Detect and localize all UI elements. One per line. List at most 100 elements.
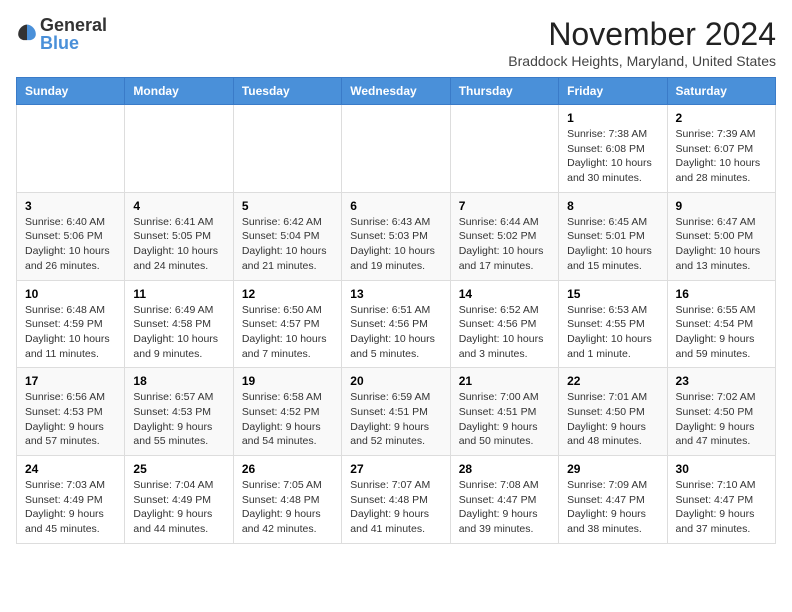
day-info: Sunrise: 6:43 AM Sunset: 5:03 PM Dayligh… bbox=[350, 215, 441, 274]
calendar-cell: 24Sunrise: 7:03 AM Sunset: 4:49 PM Dayli… bbox=[17, 456, 125, 544]
calendar-cell: 6 Sunrise: 6:43 AM Sunset: 5:03 PM Daylig… bbox=[342, 192, 450, 280]
day-number: 13 bbox=[350, 287, 441, 301]
day-number: 21 bbox=[459, 374, 550, 388]
day-info: Sunrise: 7:00 AM Sunset: 4:51 PM Dayligh… bbox=[459, 390, 550, 449]
calendar-cell: 25Sunrise: 7:04 AM Sunset: 4:49 PM Dayli… bbox=[125, 456, 233, 544]
day-info: Sunrise: 7:10 AM Sunset: 4:47 PM Dayligh… bbox=[676, 478, 767, 537]
calendar-cell bbox=[233, 105, 341, 193]
subtitle: Braddock Heights, Maryland, United State… bbox=[508, 53, 776, 69]
day-info: Sunrise: 6:53 AM Sunset: 4:55 PM Dayligh… bbox=[567, 303, 658, 362]
calendar-cell: 26 Sunrise: 7:05 AM Sunset: 4:48 PM Dayli… bbox=[233, 456, 341, 544]
day-number: 28 bbox=[459, 462, 550, 476]
day-number: 5 bbox=[242, 199, 333, 213]
calendar-cell: 22Sunrise: 7:01 AM Sunset: 4:50 PM Dayli… bbox=[559, 368, 667, 456]
day-number: 6 bbox=[350, 199, 441, 213]
calendar-cell: 16 Sunrise: 6:55 AM Sunset: 4:54 PM Dayli… bbox=[667, 280, 775, 368]
day-number: 23 bbox=[676, 374, 767, 388]
calendar-cell: 8 Sunrise: 6:45 AM Sunset: 5:01 PM Daylig… bbox=[559, 192, 667, 280]
calendar-week-row: 10Sunrise: 6:48 AM Sunset: 4:59 PM Dayli… bbox=[17, 280, 776, 368]
calendar-cell bbox=[342, 105, 450, 193]
day-header-thursday: Thursday bbox=[450, 78, 558, 105]
day-info: Sunrise: 6:55 AM Sunset: 4:54 PM Dayligh… bbox=[676, 303, 767, 362]
day-info: Sunrise: 6:51 AM Sunset: 4:56 PM Dayligh… bbox=[350, 303, 441, 362]
day-info: Sunrise: 7:09 AM Sunset: 4:47 PM Dayligh… bbox=[567, 478, 658, 537]
calendar-cell: 29 Sunrise: 7:09 AM Sunset: 4:47 PM Dayli… bbox=[559, 456, 667, 544]
day-info: Sunrise: 7:07 AM Sunset: 4:48 PM Dayligh… bbox=[350, 478, 441, 537]
day-number: 29 bbox=[567, 462, 658, 476]
day-number: 8 bbox=[567, 199, 658, 213]
day-info: Sunrise: 6:49 AM Sunset: 4:58 PM Dayligh… bbox=[133, 303, 224, 362]
day-header-tuesday: Tuesday bbox=[233, 78, 341, 105]
day-number: 9 bbox=[676, 199, 767, 213]
calendar-cell: 20 Sunrise: 6:59 AM Sunset: 4:51 PM Dayli… bbox=[342, 368, 450, 456]
day-info: Sunrise: 6:47 AM Sunset: 5:00 PM Dayligh… bbox=[676, 215, 767, 274]
calendar-cell: 23 Sunrise: 7:02 AM Sunset: 4:50 PM Dayli… bbox=[667, 368, 775, 456]
day-number: 1 bbox=[567, 111, 658, 125]
page-header: General Blue November 2024 Braddock Heig… bbox=[16, 16, 776, 69]
day-number: 4 bbox=[133, 199, 224, 213]
day-info: Sunrise: 6:50 AM Sunset: 4:57 PM Dayligh… bbox=[242, 303, 333, 362]
day-header-wednesday: Wednesday bbox=[342, 78, 450, 105]
day-info: Sunrise: 7:03 AM Sunset: 4:49 PM Dayligh… bbox=[25, 478, 116, 537]
day-number: 7 bbox=[459, 199, 550, 213]
calendar-week-row: 24Sunrise: 7:03 AM Sunset: 4:49 PM Dayli… bbox=[17, 456, 776, 544]
calendar-cell: 17 Sunrise: 6:56 AM Sunset: 4:53 PM Dayli… bbox=[17, 368, 125, 456]
day-info: Sunrise: 6:52 AM Sunset: 4:56 PM Dayligh… bbox=[459, 303, 550, 362]
calendar-cell: 19 Sunrise: 6:58 AM Sunset: 4:52 PM Dayli… bbox=[233, 368, 341, 456]
day-info: Sunrise: 6:44 AM Sunset: 5:02 PM Dayligh… bbox=[459, 215, 550, 274]
day-number: 16 bbox=[676, 287, 767, 301]
calendar-cell: 5Sunrise: 6:42 AM Sunset: 5:04 PM Daylig… bbox=[233, 192, 341, 280]
calendar-cell: 13 Sunrise: 6:51 AM Sunset: 4:56 PM Dayli… bbox=[342, 280, 450, 368]
calendar-cell: 15 Sunrise: 6:53 AM Sunset: 4:55 PM Dayli… bbox=[559, 280, 667, 368]
calendar-cell: 11 Sunrise: 6:49 AM Sunset: 4:58 PM Dayli… bbox=[125, 280, 233, 368]
day-info: Sunrise: 7:38 AM Sunset: 6:08 PM Dayligh… bbox=[567, 127, 658, 186]
day-number: 27 bbox=[350, 462, 441, 476]
calendar-cell: 1 Sunrise: 7:38 AM Sunset: 6:08 PM Daylig… bbox=[559, 105, 667, 193]
day-info: Sunrise: 6:45 AM Sunset: 5:01 PM Dayligh… bbox=[567, 215, 658, 274]
calendar-cell: 4Sunrise: 6:41 AM Sunset: 5:05 PM Daylig… bbox=[125, 192, 233, 280]
day-number: 17 bbox=[25, 374, 116, 388]
calendar-cell: 10Sunrise: 6:48 AM Sunset: 4:59 PM Dayli… bbox=[17, 280, 125, 368]
logo-blue: Blue bbox=[40, 34, 107, 52]
day-info: Sunrise: 6:48 AM Sunset: 4:59 PM Dayligh… bbox=[25, 303, 116, 362]
day-info: Sunrise: 6:57 AM Sunset: 4:53 PM Dayligh… bbox=[133, 390, 224, 449]
logo-icon bbox=[16, 21, 38, 43]
day-header-monday: Monday bbox=[125, 78, 233, 105]
calendar-cell: 12Sunrise: 6:50 AM Sunset: 4:57 PM Dayli… bbox=[233, 280, 341, 368]
calendar-cell: 2Sunrise: 7:39 AM Sunset: 6:07 PM Daylig… bbox=[667, 105, 775, 193]
calendar-cell bbox=[125, 105, 233, 193]
calendar-week-row: 3 Sunrise: 6:40 AM Sunset: 5:06 PM Daylig… bbox=[17, 192, 776, 280]
day-header-sunday: Sunday bbox=[17, 78, 125, 105]
day-number: 20 bbox=[350, 374, 441, 388]
calendar-week-row: 17 Sunrise: 6:56 AM Sunset: 4:53 PM Dayli… bbox=[17, 368, 776, 456]
day-info: Sunrise: 7:39 AM Sunset: 6:07 PM Dayligh… bbox=[676, 127, 767, 186]
calendar-week-row: 1 Sunrise: 7:38 AM Sunset: 6:08 PM Daylig… bbox=[17, 105, 776, 193]
day-info: Sunrise: 7:01 AM Sunset: 4:50 PM Dayligh… bbox=[567, 390, 658, 449]
calendar-cell: 21 Sunrise: 7:00 AM Sunset: 4:51 PM Dayli… bbox=[450, 368, 558, 456]
month-title: November 2024 bbox=[508, 16, 776, 53]
calendar-cell: 7 Sunrise: 6:44 AM Sunset: 5:02 PM Daylig… bbox=[450, 192, 558, 280]
day-info: Sunrise: 6:59 AM Sunset: 4:51 PM Dayligh… bbox=[350, 390, 441, 449]
day-number: 11 bbox=[133, 287, 224, 301]
day-info: Sunrise: 6:58 AM Sunset: 4:52 PM Dayligh… bbox=[242, 390, 333, 449]
logo: General Blue bbox=[16, 16, 107, 52]
day-header-saturday: Saturday bbox=[667, 78, 775, 105]
day-info: Sunrise: 7:05 AM Sunset: 4:48 PM Dayligh… bbox=[242, 478, 333, 537]
calendar-cell: 30 Sunrise: 7:10 AM Sunset: 4:47 PM Dayli… bbox=[667, 456, 775, 544]
calendar-header-row: SundayMondayTuesdayWednesdayThursdayFrid… bbox=[17, 78, 776, 105]
calendar-cell: 14Sunrise: 6:52 AM Sunset: 4:56 PM Dayli… bbox=[450, 280, 558, 368]
day-number: 19 bbox=[242, 374, 333, 388]
calendar-cell: 9 Sunrise: 6:47 AM Sunset: 5:00 PM Daylig… bbox=[667, 192, 775, 280]
day-info: Sunrise: 7:02 AM Sunset: 4:50 PM Dayligh… bbox=[676, 390, 767, 449]
day-info: Sunrise: 6:56 AM Sunset: 4:53 PM Dayligh… bbox=[25, 390, 116, 449]
day-number: 3 bbox=[25, 199, 116, 213]
calendar-cell: 18Sunrise: 6:57 AM Sunset: 4:53 PM Dayli… bbox=[125, 368, 233, 456]
day-number: 15 bbox=[567, 287, 658, 301]
calendar-cell: 28Sunrise: 7:08 AM Sunset: 4:47 PM Dayli… bbox=[450, 456, 558, 544]
day-info: Sunrise: 7:04 AM Sunset: 4:49 PM Dayligh… bbox=[133, 478, 224, 537]
day-number: 30 bbox=[676, 462, 767, 476]
day-number: 26 bbox=[242, 462, 333, 476]
calendar-cell: 3 Sunrise: 6:40 AM Sunset: 5:06 PM Daylig… bbox=[17, 192, 125, 280]
day-info: Sunrise: 6:40 AM Sunset: 5:06 PM Dayligh… bbox=[25, 215, 116, 274]
title-area: November 2024 Braddock Heights, Maryland… bbox=[508, 16, 776, 69]
